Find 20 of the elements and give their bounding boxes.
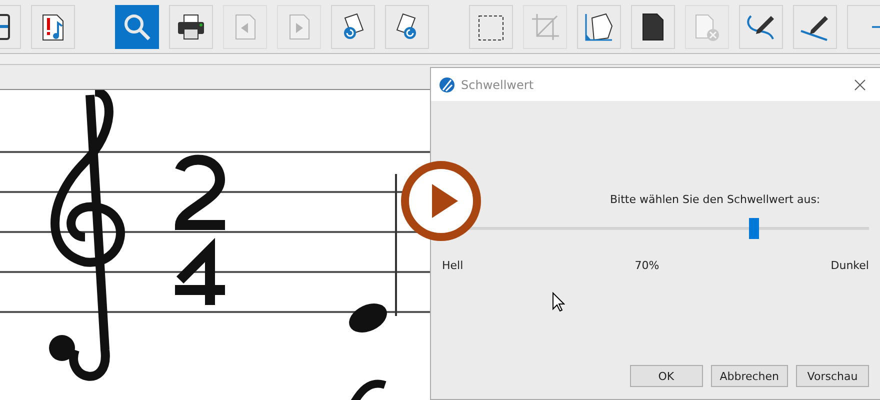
next-page-icon <box>287 12 311 40</box>
dialog-button[interactable]: Abbrechen <box>710 365 788 387</box>
dialog-title: Schwellwert <box>461 78 535 92</box>
slider-min-label: Hell <box>442 259 464 272</box>
slider-reading: 70% <box>634 259 660 272</box>
document-icon <box>641 12 665 42</box>
dialog-button[interactable]: Vorschau <box>796 365 869 387</box>
mouse-cursor-icon <box>552 292 565 312</box>
crop-icon <box>530 12 560 42</box>
close-icon[interactable] <box>854 78 866 90</box>
previous-page-icon <box>233 12 257 40</box>
prompt-text: Bitte wählen Sie den Schwellwert aus: <box>609 193 822 206</box>
dialog-button[interactable]: OK <box>630 365 703 387</box>
printer-icon <box>176 12 206 40</box>
search-icon <box>122 12 152 42</box>
slider-thumb[interactable] <box>748 218 759 239</box>
slider-max-label: Dunkel <box>830 259 869 272</box>
selection-rectangle-icon <box>477 12 505 40</box>
app-logo-icon <box>439 76 455 92</box>
page-deskew-icon <box>584 12 614 42</box>
